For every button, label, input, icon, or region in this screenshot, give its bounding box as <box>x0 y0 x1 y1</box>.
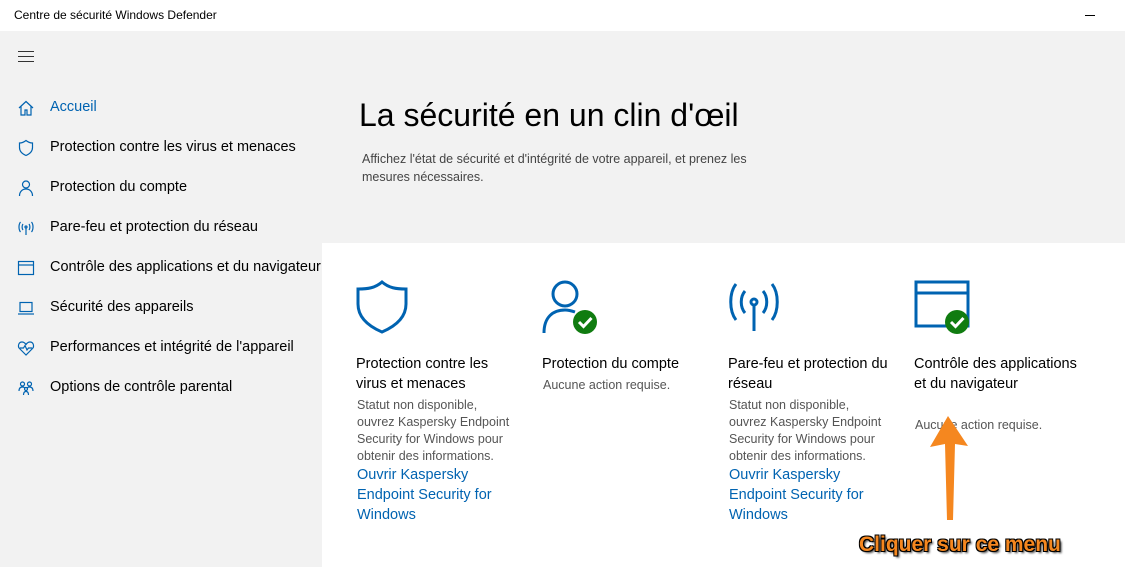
page-title: La sécurité en un clin d'œil <box>359 97 739 133</box>
sidebar-item-device-performance[interactable]: Performances et intégrité de l'appareil <box>0 328 322 368</box>
card-title: Contrôle des applications et du navigate… <box>914 356 1077 392</box>
open-kaspersky-link[interactable]: Ouvrir Kaspersky Endpoint Security for W… <box>357 465 517 525</box>
hamburger-menu-icon[interactable] <box>18 51 34 62</box>
card-status: Statut non disponible, ouvrez Kaspersky … <box>729 398 882 463</box>
sidebar-item-label: Protection du compte <box>50 179 188 195</box>
sidebar-item-label: Pare-feu et protection du réseau <box>50 219 258 235</box>
sidebar-item-label: Performances et intégrité de l'appareil <box>50 339 294 355</box>
sidebar-item-home[interactable]: Accueil <box>0 88 322 128</box>
card-firewall[interactable]: Pare-feu et protection du réseau Statut … <box>728 243 898 563</box>
sidebar-item-virus-protection[interactable]: Protection contre les virus et menaces <box>0 128 322 168</box>
card-title: Protection du compte <box>542 356 680 372</box>
sidebar-item-label: Protection contre les virus et menaces <box>50 139 296 155</box>
card-status: Statut non disponible, ouvrez Kaspersky … <box>357 398 510 463</box>
sidebar-item-firewall[interactable]: Pare-feu et protection du réseau <box>0 208 322 248</box>
card-title: Pare-feu et protection du réseau <box>728 356 888 392</box>
card-title: Protection contre les virus et menaces <box>356 356 489 392</box>
annotation-arrow-icon <box>930 416 968 520</box>
window-title: Centre de sécurité Windows Defender <box>14 8 217 22</box>
family-icon <box>18 381 34 396</box>
main-header: La sécurité en un clin d'œil Affichez l'… <box>322 31 1125 243</box>
sidebar-item-label: Accueil <box>50 99 97 115</box>
status-cards-area: Protection contre les virus et menaces S… <box>322 243 1125 567</box>
sidebar-item-label: Sécurité des appareils <box>50 299 194 315</box>
sidebar-item-family-options[interactable]: Options de contrôle parental <box>0 368 322 408</box>
sidebar-item-app-browser-control[interactable]: Contrôle des applications et du navigate… <box>0 248 322 288</box>
card-status: Aucune action requise. <box>543 378 671 392</box>
sidebar-item-device-security[interactable]: Sécurité des appareils <box>0 288 322 328</box>
person-icon <box>18 180 34 197</box>
home-icon <box>18 100 34 116</box>
page-subtitle: Affichez l'état de sécurité et d'intégri… <box>362 152 747 184</box>
sidebar-item-label: Options de contrôle parental <box>50 379 233 395</box>
heart-pulse-icon <box>17 341 35 356</box>
title-bar: Centre de sécurité Windows Defender <box>0 0 1125 31</box>
shield-icon <box>18 139 34 157</box>
minimize-button[interactable] <box>1083 6 1097 22</box>
antenna-icon <box>729 283 779 331</box>
browser-window-check-icon <box>914 280 970 334</box>
annotation-label: Cliquer sur ce menu <box>859 533 1061 556</box>
antenna-icon <box>18 221 34 235</box>
sidebar-item-label: Contrôle des applications et du navigate… <box>50 259 321 275</box>
card-virus-protection[interactable]: Protection contre les virus et menaces S… <box>356 243 526 563</box>
card-account-protection[interactable]: Protection du compte Aucune action requi… <box>542 243 712 563</box>
open-kaspersky-link[interactable]: Ouvrir Kaspersky Endpoint Security for W… <box>729 465 889 525</box>
browser-window-icon <box>17 260 35 276</box>
shield-icon <box>356 280 408 334</box>
person-check-icon <box>542 280 597 334</box>
laptop-icon <box>18 301 34 315</box>
sidebar-item-account-protection[interactable]: Protection du compte <box>0 168 322 208</box>
sidebar: Accueil Protection contre les virus et m… <box>0 31 322 567</box>
